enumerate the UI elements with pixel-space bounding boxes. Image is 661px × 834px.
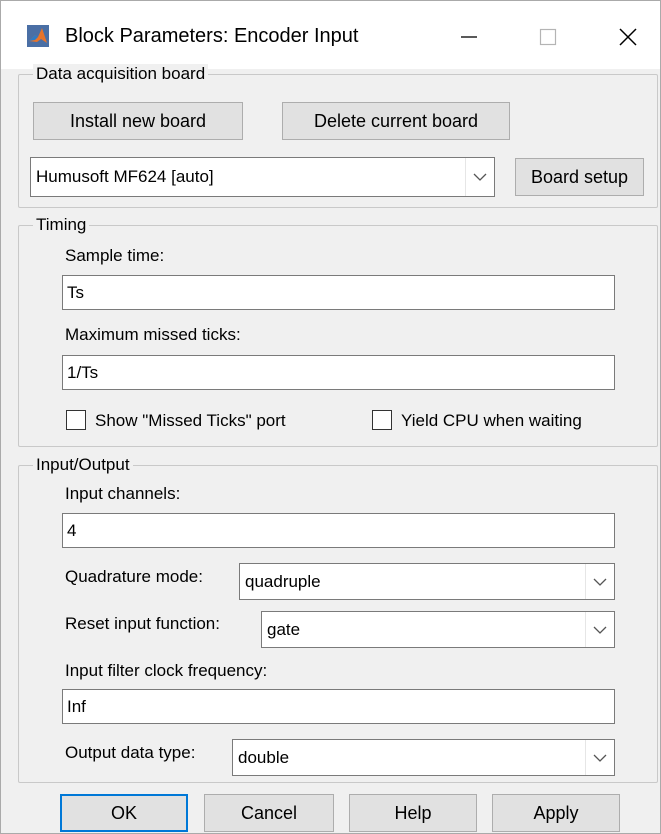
apply-button[interactable]: Apply xyxy=(492,794,620,832)
help-button[interactable]: Help xyxy=(349,794,477,832)
sample-time-input[interactable]: Ts xyxy=(62,275,615,310)
group-legend-timing: Timing xyxy=(33,215,90,235)
group-legend-data-acquisition: Data acquisition board xyxy=(33,64,209,84)
input-filter-frequency-input[interactable]: Inf xyxy=(62,689,615,724)
show-missed-ticks-label: Show "Missed Ticks" port xyxy=(95,411,286,430)
quadrature-mode-value: quadruple xyxy=(245,571,321,591)
install-board-button[interactable]: Install new board xyxy=(33,102,243,140)
reset-input-function-value: gate xyxy=(267,619,301,639)
output-data-type-label: Output data type: xyxy=(65,743,196,762)
reset-input-function-label: Reset input function: xyxy=(65,614,220,633)
input-channels-input[interactable]: 4 xyxy=(62,513,615,548)
chevron-down-icon xyxy=(585,612,614,647)
delete-board-button[interactable]: Delete current board xyxy=(282,102,510,140)
group-legend-input-output: Input/Output xyxy=(33,455,133,475)
output-data-type-select[interactable]: double xyxy=(232,739,615,776)
cancel-button[interactable]: Cancel xyxy=(204,794,334,832)
input-channels-label: Input channels: xyxy=(65,484,181,503)
board-select[interactable]: Humusoft MF624 [auto] xyxy=(30,157,495,197)
ok-button[interactable]: OK xyxy=(60,794,188,832)
minimize-button[interactable] xyxy=(446,15,492,59)
maximize-button[interactable] xyxy=(525,15,571,59)
reset-input-function-select[interactable]: gate xyxy=(261,611,615,648)
quadrature-mode-label: Quadrature mode: xyxy=(65,567,203,586)
close-icon xyxy=(619,28,637,46)
quadrature-mode-select[interactable]: quadruple xyxy=(239,563,615,600)
yield-cpu-checkbox[interactable] xyxy=(372,410,392,430)
show-missed-ticks-checkbox[interactable] xyxy=(66,410,86,430)
output-data-type-value: double xyxy=(238,747,290,767)
matlab-logo-icon xyxy=(27,25,49,47)
chevron-down-icon xyxy=(585,740,614,775)
title-bar[interactable]: Block Parameters: Encoder Input xyxy=(1,1,660,69)
board-select-value: Humusoft MF624 [auto] xyxy=(36,167,214,186)
maximize-icon xyxy=(539,28,557,46)
yield-cpu-label: Yield CPU when waiting xyxy=(401,411,582,430)
max-missed-ticks-label: Maximum missed ticks: xyxy=(65,325,241,344)
minimize-icon xyxy=(461,36,477,38)
board-setup-button[interactable]: Board setup xyxy=(515,158,644,196)
max-missed-ticks-input[interactable]: 1/Ts xyxy=(62,355,615,390)
window-title: Block Parameters: Encoder Input xyxy=(65,25,359,47)
chevron-down-icon xyxy=(585,564,614,599)
chevron-down-icon xyxy=(465,158,494,196)
sample-time-label: Sample time: xyxy=(65,246,165,265)
close-button[interactable] xyxy=(605,15,651,59)
input-filter-frequency-label: Input filter clock frequency: xyxy=(65,661,268,680)
